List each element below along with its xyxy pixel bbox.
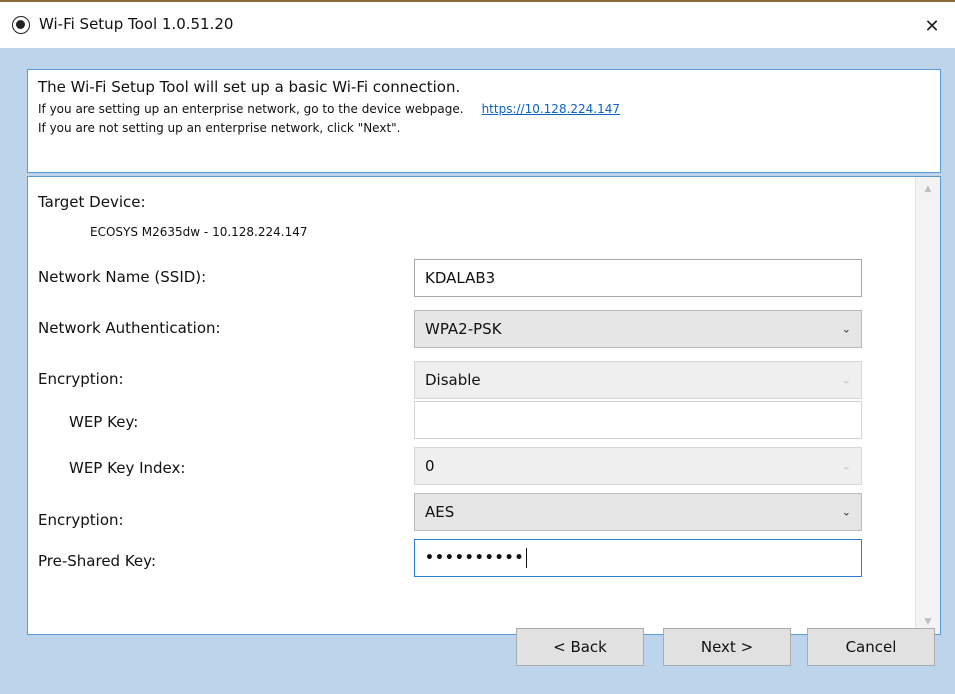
vertical-scrollbar[interactable]: ▲ ▼: [915, 177, 940, 634]
encryption-wpa-label: Encryption:: [38, 511, 124, 529]
pre-shared-key-value: ••••••••••: [425, 550, 525, 566]
intro-enterprise-text: If you are setting up an enterprise netw…: [38, 102, 620, 116]
wep-key-index-label: WEP Key Index:: [69, 459, 186, 477]
wifi-setup-window: Wi-Fi Setup Tool 1.0.51.20 ✕ The Wi-Fi S…: [0, 0, 955, 694]
wep-key-index-select[interactable]: 0 ⌄: [414, 447, 862, 485]
next-button[interactable]: Next >: [663, 628, 791, 666]
device-webpage-link[interactable]: https://10.128.224.147: [482, 102, 620, 116]
target-device-label: Target Device:: [38, 193, 146, 211]
network-authentication-label: Network Authentication:: [38, 319, 221, 337]
intro-next-text: If you are not setting up an enterprise …: [38, 121, 401, 135]
chevron-down-icon: ⌄: [841, 459, 851, 473]
encryption-wpa-select[interactable]: AES ⌄: [414, 493, 862, 531]
encryption-wep-value: Disable: [425, 371, 481, 389]
close-icon[interactable]: ✕: [909, 4, 955, 48]
chevron-down-icon: ⌄: [841, 505, 851, 519]
encryption-wep-select[interactable]: Disable ⌄: [414, 361, 862, 399]
pre-shared-key-label: Pre-Shared Key:: [38, 552, 156, 570]
wep-key-index-value: 0: [425, 457, 435, 475]
intro-heading: The Wi-Fi Setup Tool will set up a basic…: [38, 78, 461, 96]
dialog-content: The Wi-Fi Setup Tool will set up a basic…: [0, 48, 955, 694]
pre-shared-key-input[interactable]: ••••••••••: [414, 539, 862, 577]
cancel-button[interactable]: Cancel: [807, 628, 935, 666]
chevron-down-icon: ⌄: [841, 322, 851, 336]
network-authentication-select[interactable]: WPA2-PSK ⌄: [414, 310, 862, 348]
wep-key-input[interactable]: [414, 401, 862, 439]
ssid-label: Network Name (SSID):: [38, 268, 207, 286]
intro-panel: The Wi-Fi Setup Tool will set up a basic…: [27, 69, 941, 173]
wep-key-label: WEP Key:: [69, 413, 139, 431]
intro-enterprise-label: If you are setting up an enterprise netw…: [38, 102, 464, 116]
window-title: Wi-Fi Setup Tool 1.0.51.20: [39, 15, 234, 33]
scroll-up-icon[interactable]: ▲: [916, 179, 940, 199]
back-button[interactable]: < Back: [516, 628, 644, 666]
target-device-value: ECOSYS M2635dw - 10.128.224.147: [90, 225, 308, 239]
app-icon: [12, 16, 30, 34]
chevron-down-icon: ⌄: [841, 373, 851, 387]
ssid-value: KDALAB3: [425, 269, 496, 287]
title-bar: Wi-Fi Setup Tool 1.0.51.20 ✕: [0, 4, 955, 48]
encryption-wpa-value: AES: [425, 503, 455, 521]
settings-panel: Target Device: ECOSYS M2635dw - 10.128.2…: [27, 176, 941, 635]
encryption-wep-label: Encryption:: [38, 370, 124, 388]
network-authentication-value: WPA2-PSK: [425, 320, 502, 338]
ssid-input[interactable]: KDALAB3: [414, 259, 862, 297]
text-cursor: [526, 548, 528, 568]
